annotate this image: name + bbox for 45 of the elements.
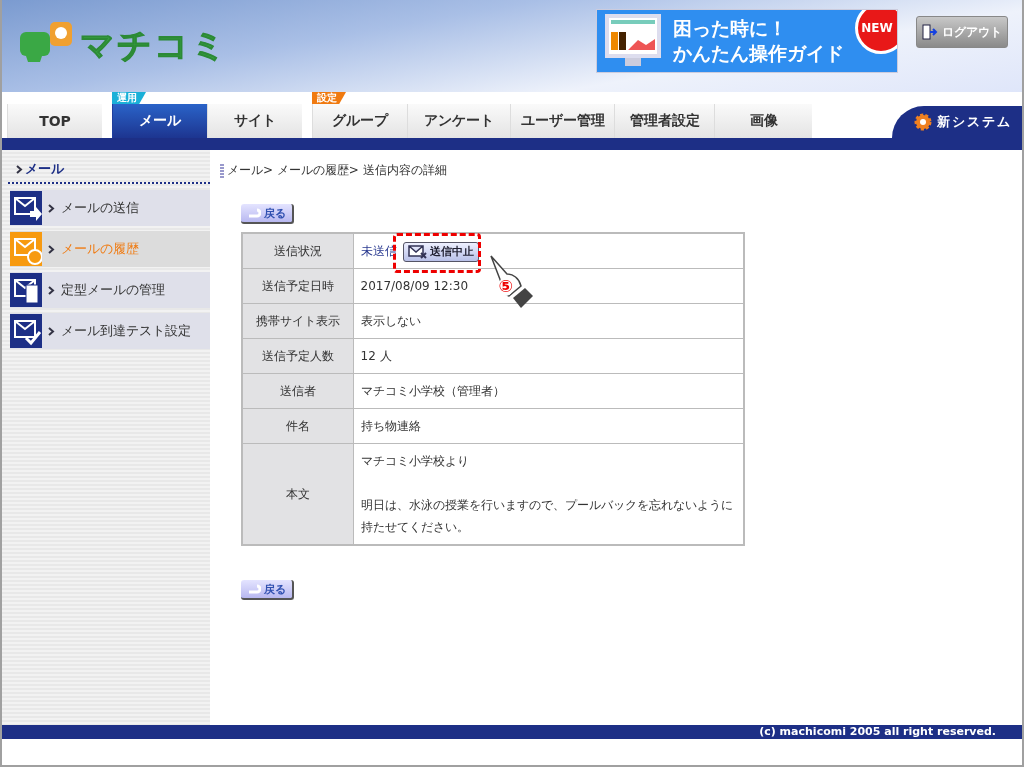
banner-text: 困った時に！ xyxy=(673,16,788,41)
mail-document-icon xyxy=(10,273,42,307)
new-system-link[interactable]: 新システム xyxy=(892,106,1022,138)
cancel-send-button[interactable]: 送信中止 xyxy=(402,241,479,262)
bullet-icon xyxy=(48,244,55,254)
new-badge: NEW xyxy=(855,10,897,54)
copyright-text: (c) machicomi 2005 all right reserved. xyxy=(2,725,1022,739)
mail-cross-icon xyxy=(407,244,428,259)
sidebar-item[interactable]: メール到達テスト設定 xyxy=(10,313,210,349)
tag-label: 運用 xyxy=(112,92,146,104)
back-button[interactable]: 戻る xyxy=(241,204,294,224)
guide-banner[interactable]: 困った時に！ かんたん操作ガイド NEW xyxy=(596,9,898,73)
field-label: 送信予定日時 xyxy=(242,268,353,304)
door-arrow-icon xyxy=(922,24,940,40)
nav-tab[interactable]: ユーザー管理 xyxy=(510,104,614,138)
bullet-icon xyxy=(48,326,55,336)
mail-send-icon xyxy=(10,191,42,225)
field-label: 送信者 xyxy=(242,373,353,409)
sidebar-heading: メール xyxy=(25,160,64,178)
bullet-icon xyxy=(48,285,55,295)
mail-check-icon xyxy=(10,314,42,348)
nav-tab[interactable]: メール xyxy=(112,104,207,138)
banner-text: かんたん操作ガイド xyxy=(673,41,844,66)
nav-tab[interactable]: グループ xyxy=(312,104,407,138)
mail-clock-icon xyxy=(10,232,42,266)
back-button[interactable]: 戻る xyxy=(241,580,294,600)
field-label: 携帯サイト表示 xyxy=(242,303,353,339)
field-label: 送信状況 xyxy=(242,233,353,269)
nav-tab[interactable]: サイト xyxy=(207,104,302,138)
dots-icon xyxy=(220,163,224,178)
breadcrumb: メール> メールの履歴> 送信内容の詳細 xyxy=(227,162,447,179)
field-label: 本文 xyxy=(242,443,353,545)
nav-tab[interactable]: 管理者設定 xyxy=(614,104,714,138)
sidebar-item[interactable]: 定型メールの管理 xyxy=(10,272,210,308)
nav-tab[interactable]: 画像 xyxy=(714,104,812,138)
logo-text: マチコミ xyxy=(80,24,228,67)
field-label: 送信予定人数 xyxy=(242,338,353,374)
gear-icon xyxy=(914,113,932,131)
nav-tab[interactable]: TOP xyxy=(7,104,102,138)
bullet-icon xyxy=(16,164,23,174)
sidebar-item[interactable]: メールの送信 xyxy=(10,190,210,226)
tag-label: 設定 xyxy=(312,92,346,104)
nav-tab[interactable]: アンケート xyxy=(407,104,510,138)
bullet-icon xyxy=(48,203,55,213)
field-label: 件名 xyxy=(242,408,353,444)
